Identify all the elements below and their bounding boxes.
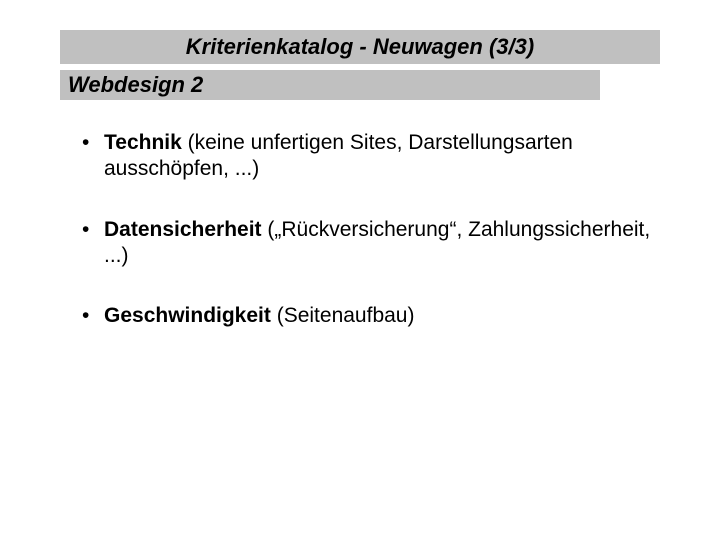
bullet-bold: Technik (104, 131, 182, 154)
list-item: Technik (keine unfertigen Sites, Darstel… (82, 130, 660, 183)
bullet-bold: Geschwindigkeit (104, 304, 271, 327)
bullet-bold: Datensicherheit (104, 218, 262, 241)
bullet-list: Technik (keine unfertigen Sites, Darstel… (60, 130, 660, 329)
bullet-rest: (Seitenaufbau) (271, 304, 415, 327)
slide-subtitle: Webdesign 2 (60, 70, 600, 100)
slide-title: Kriterienkatalog - Neuwagen (3/3) (60, 30, 660, 64)
list-item: Datensicherheit („Rückversicherung“, Zah… (82, 217, 660, 270)
list-item: Geschwindigkeit (Seitenaufbau) (82, 303, 660, 329)
